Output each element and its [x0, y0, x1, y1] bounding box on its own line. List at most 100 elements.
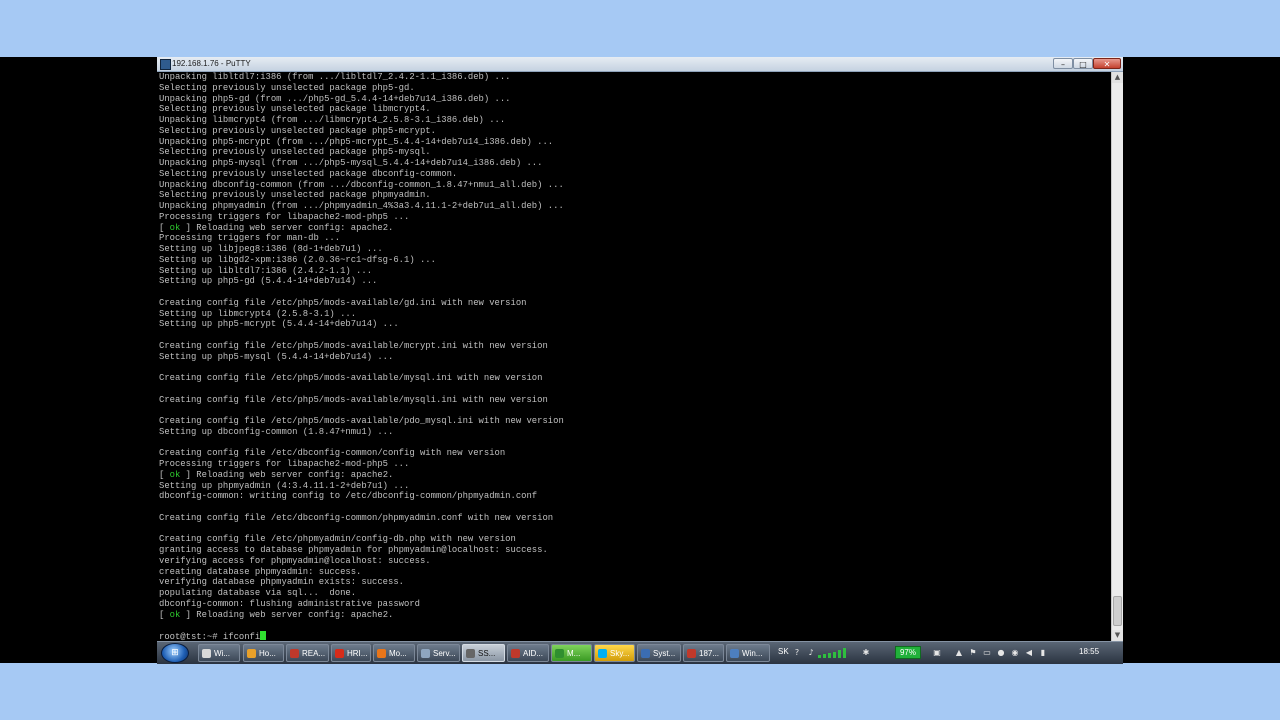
terminal-line: Setting up php5-mcrypt (5.4.4-14+deb7u14… — [159, 319, 399, 330]
help-icon[interactable]: ? — [793, 648, 801, 657]
taskbar-item[interactable]: Mo... — [373, 644, 415, 662]
app-icon — [335, 648, 344, 658]
close-button[interactable]: ✕ — [1093, 58, 1121, 69]
terminal-line: verifying access for phpmyadmin@localhos… — [159, 555, 431, 566]
app-icon — [511, 648, 520, 658]
scroll-up-icon[interactable]: ▲ — [1112, 72, 1123, 83]
volume-icon[interactable]: ◀ — [1025, 648, 1033, 657]
taskbar-item-label: HRI... — [347, 648, 368, 658]
terminal-line: Unpacking libmcrypt4 (from .../libmcrypt… — [159, 115, 506, 125]
taskbar-item-label: 187... — [699, 648, 720, 658]
terminal-line: Creating config file /etc/dbconfig-commo… — [159, 512, 554, 523]
taskbar-item[interactable]: M... — [551, 644, 592, 662]
terminal-line: [ ok ] Reloading web server config: apac… — [159, 609, 394, 620]
command-input[interactable]: ifconfi — [223, 632, 260, 641]
prompt: root@tst:~# — [159, 632, 223, 641]
putty-window: 192.168.1.76 - PuTTY – □ ✕ Unpacking lib… — [157, 57, 1123, 641]
terminal-line: Unpacking php5-gd (from .../php5-gd_5.4.… — [159, 93, 511, 104]
app-icon — [555, 648, 564, 658]
taskbar-item-label: REA... — [302, 648, 326, 658]
terminal-line: Selecting previously unselected package … — [159, 82, 415, 93]
terminal-line: [ ok ] Reloading web server config: apac… — [159, 222, 394, 233]
wireless-icon[interactable]: ✱ — [862, 648, 870, 657]
terminal-line: Selecting previously unselected package … — [159, 125, 436, 136]
taskbar-item[interactable]: Syst... — [637, 644, 681, 662]
terminal-line: Unpacking dbconfig-common (from .../dbco… — [159, 179, 564, 190]
minimize-button[interactable]: – — [1053, 58, 1073, 69]
terminal-line: Setting up libjpeg8:i386 (8d-1+deb7u1) .… — [159, 244, 383, 254]
terminal-line: verifying database phpmyadmin exists: su… — [159, 577, 404, 588]
taskbar-item-label: SS... — [478, 648, 496, 658]
terminal-line: Selecting previously unselected package … — [159, 147, 431, 158]
network-meter-icon[interactable] — [818, 648, 850, 658]
taskbar: ⊞ Wi... Ho... REA... HRI... Mo... Serv... SS..… — [157, 641, 1123, 664]
app-icon — [290, 648, 299, 658]
taskbar-item[interactable]: HRI... — [331, 644, 371, 662]
taskbar-item-label: AID... — [523, 648, 544, 658]
clock[interactable]: 18:55 — [1079, 646, 1099, 658]
window-titlebar[interactable]: 192.168.1.76 - PuTTY – □ ✕ — [157, 57, 1123, 72]
taskbar-item[interactable]: REA... — [286, 644, 329, 662]
terminal-line: Selecting previously unselected package … — [159, 168, 458, 179]
taskbar-item-label: Serv... — [433, 648, 456, 658]
language-indicator[interactable]: SK — [778, 646, 789, 658]
terminal-line: Creating config file /etc/php5/mods-avai… — [159, 373, 543, 383]
taskbar-item[interactable]: SS... — [462, 644, 505, 662]
taskbar-item[interactable]: Ho... — [243, 644, 284, 662]
app-icon — [730, 648, 739, 658]
terminal-line: Unpacking php5-mcrypt (from .../php5-mcr… — [159, 136, 554, 147]
terminal-line: granting access to database phpmyadmin f… — [159, 545, 548, 555]
start-button[interactable]: ⊞ — [161, 643, 189, 663]
app-icon — [687, 648, 696, 658]
shield-icon[interactable]: ● — [997, 648, 1005, 657]
taskbar-item[interactable]: Wi... — [198, 644, 240, 662]
scroll-thumb[interactable] — [1113, 596, 1122, 626]
power-icon[interactable]: ◉ — [1011, 648, 1019, 657]
terminal-output[interactable]: Unpacking libltdl7:i386 (from .../libltd… — [157, 72, 1111, 641]
signal-icon[interactable]: ▮ — [1039, 648, 1047, 657]
terminal-line: Unpacking phpmyadmin (from .../phpmyadmi… — [159, 201, 564, 211]
terminal-line: Processing triggers for man-db ... — [159, 233, 341, 244]
terminal-line: Processing triggers for libapache2-mod-p… — [159, 211, 410, 222]
display-icon[interactable]: ▣ — [933, 648, 941, 657]
chat-icon[interactable]: ▭ — [983, 648, 991, 657]
taskbar-item[interactable]: AID... — [507, 644, 549, 662]
terminal-line: Setting up php5-gd (5.4.4-14+deb7u14) ..… — [159, 276, 378, 287]
letterbox-left — [0, 57, 157, 663]
app-icon — [641, 648, 650, 658]
command-prompt-line[interactable]: root@tst:~# ifconfi — [159, 631, 1111, 641]
terminal-line: Unpacking libltdl7:i386 (from .../libltd… — [159, 72, 511, 82]
app-icon — [421, 648, 430, 658]
terminal-line: [ ok ] Reloading web server config: apac… — [159, 469, 394, 480]
maximize-button[interactable]: □ — [1073, 58, 1093, 69]
taskbar-item-label: Mo... — [389, 648, 407, 658]
show-hidden-icons-icon[interactable]: ▲ — [955, 648, 963, 657]
flag-icon[interactable]: ⚑ — [969, 648, 977, 657]
taskbar-item-label: Wi... — [214, 648, 230, 658]
taskbar-item[interactable]: Win... — [726, 644, 770, 662]
scroll-down-icon[interactable]: ▼ — [1112, 630, 1123, 641]
app-icon — [598, 648, 607, 658]
cursor — [260, 631, 267, 640]
taskbar-item[interactable]: Sky... — [594, 644, 635, 662]
terminal-scrollbar[interactable]: ▲ ▼ — [1111, 72, 1123, 641]
letterbox-right — [1123, 57, 1280, 663]
terminal-line: Creating config file /etc/dbconfig-commo… — [159, 448, 506, 459]
app-icon — [466, 648, 475, 658]
terminal-line: Setting up libmcrypt4 (2.5.8-3.1) ... — [159, 308, 357, 319]
terminal-line: Setting up php5-mysql (5.4.4-14+deb7u14)… — [159, 351, 394, 362]
taskbar-item[interactable]: Serv... — [417, 644, 460, 662]
app-icon — [202, 648, 211, 658]
terminal-line: Selecting previously unselected package … — [159, 190, 431, 201]
terminal-line: Creating config file /etc/php5/mods-avai… — [159, 394, 548, 405]
terminal-line: populating database via sql... done. — [159, 588, 357, 598]
taskbar-item-label: Ho... — [259, 648, 276, 658]
battery-indicator[interactable]: 97% — [895, 646, 921, 659]
mic-icon[interactable]: ♪ — [807, 648, 815, 657]
taskbar-item[interactable]: 187... — [683, 644, 724, 662]
terminal-line: Setting up libgd2-xpm:i386 (2.0.36~rc1~d… — [159, 254, 436, 265]
